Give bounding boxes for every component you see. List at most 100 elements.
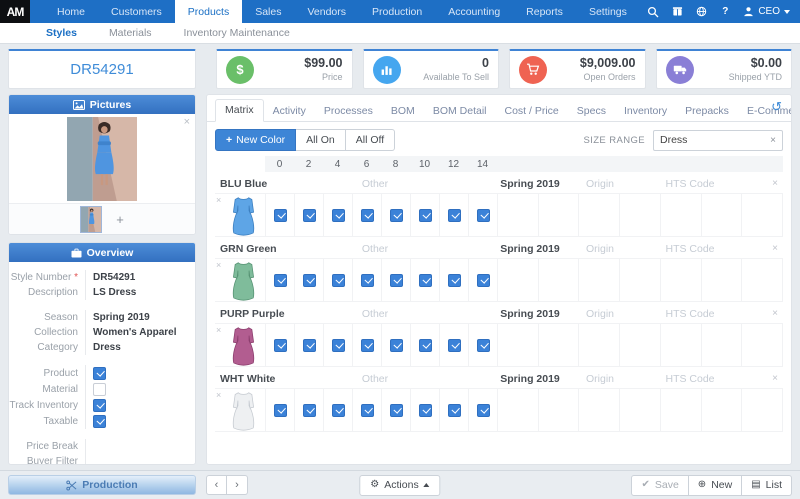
size-6-checkbox[interactable] xyxy=(360,403,374,417)
size-8-checkbox[interactable] xyxy=(389,273,403,287)
tab-activity[interactable]: Activity xyxy=(264,101,315,122)
overview-panel-header[interactable]: Overview xyxy=(9,243,195,262)
clear-size-range-icon[interactable]: × xyxy=(770,135,776,146)
hts-code-placeholder[interactable]: HTS Code xyxy=(645,178,735,190)
nav-item-accounting[interactable]: Accounting xyxy=(435,0,513,23)
hts-code-placeholder[interactable]: HTS Code xyxy=(645,373,735,385)
tab-inventory[interactable]: Inventory xyxy=(615,101,676,122)
other-placeholder[interactable]: Other xyxy=(330,373,420,385)
size-2-checkbox[interactable] xyxy=(302,338,316,352)
new-color-button[interactable]: + New Color xyxy=(215,129,297,151)
size-2-checkbox[interactable] xyxy=(302,273,316,287)
nav-item-settings[interactable]: Settings xyxy=(576,0,640,23)
remove-color-icon[interactable]: × xyxy=(772,373,778,384)
remove-row-icon[interactable]: × xyxy=(216,390,221,400)
nav-item-vendors[interactable]: Vendors xyxy=(294,0,359,23)
size-range-input[interactable] xyxy=(660,134,771,146)
product-checkbox[interactable] xyxy=(93,366,106,380)
photo-thumbnail[interactable] xyxy=(80,205,103,233)
production-panel-header[interactable]: Production xyxy=(8,475,196,495)
origin-placeholder[interactable]: Origin xyxy=(560,178,640,190)
size-10-checkbox[interactable] xyxy=(418,208,432,222)
tab-prepacks[interactable]: Prepacks xyxy=(676,101,738,122)
remove-color-icon[interactable]: × xyxy=(772,243,778,254)
remove-color-icon[interactable]: × xyxy=(772,308,778,319)
size-14-checkbox[interactable] xyxy=(476,273,490,287)
size-12-checkbox[interactable] xyxy=(447,338,461,352)
size-2-checkbox[interactable] xyxy=(302,403,316,417)
refresh-icon[interactable]: ↺ xyxy=(771,100,782,113)
all-off-button[interactable]: All Off xyxy=(345,129,396,151)
nav-item-reports[interactable]: Reports xyxy=(513,0,576,23)
remove-picture-icon[interactable]: × xyxy=(184,116,190,128)
next-page-button[interactable]: › xyxy=(227,475,248,495)
other-placeholder[interactable]: Other xyxy=(330,308,420,320)
actions-button[interactable]: ⚙ Actions xyxy=(359,474,441,496)
other-placeholder[interactable]: Other xyxy=(330,243,420,255)
nav-item-sales[interactable]: Sales xyxy=(242,0,294,23)
other-placeholder[interactable]: Other xyxy=(330,178,420,190)
size-6-checkbox[interactable] xyxy=(360,273,374,287)
size-0-checkbox[interactable] xyxy=(273,208,287,222)
track-inventory-checkbox[interactable] xyxy=(93,398,106,412)
gift-box-icon[interactable] xyxy=(671,6,683,18)
origin-placeholder[interactable]: Origin xyxy=(560,243,640,255)
size-4-checkbox[interactable] xyxy=(331,208,345,222)
size-10-checkbox[interactable] xyxy=(418,338,432,352)
add-picture-button[interactable]: + xyxy=(116,212,124,227)
hts-code-placeholder[interactable]: HTS Code xyxy=(645,243,735,255)
size-4-checkbox[interactable] xyxy=(331,338,345,352)
size-10-checkbox[interactable] xyxy=(418,403,432,417)
size-14-checkbox[interactable] xyxy=(476,403,490,417)
size-4-checkbox[interactable] xyxy=(331,273,345,287)
size-14-checkbox[interactable] xyxy=(476,338,490,352)
nav-item-production[interactable]: Production xyxy=(359,0,435,23)
size-10-checkbox[interactable] xyxy=(418,273,432,287)
remove-row-icon[interactable]: × xyxy=(216,195,221,205)
pictures-panel-header[interactable]: Pictures xyxy=(9,95,195,114)
size-8-checkbox[interactable] xyxy=(389,208,403,222)
new-button[interactable]: ⊕ New xyxy=(688,474,743,496)
taxable-checkbox[interactable] xyxy=(93,414,106,428)
style-number-field[interactable]: DR54291 xyxy=(8,49,196,89)
material-checkbox[interactable] xyxy=(93,382,106,396)
size-12-checkbox[interactable] xyxy=(447,273,461,287)
remove-row-icon[interactable]: × xyxy=(216,260,221,270)
size-12-checkbox[interactable] xyxy=(447,208,461,222)
tab-matrix[interactable]: Matrix xyxy=(215,99,264,122)
size-0-checkbox[interactable] xyxy=(273,403,287,417)
tab-e-commerce[interactable]: E-Commerce xyxy=(738,101,791,122)
list-button[interactable]: ▤ List xyxy=(742,474,792,496)
save-button[interactable]: ✔ Save xyxy=(631,474,689,496)
tab-processes[interactable]: Processes xyxy=(315,101,382,122)
size-14-checkbox[interactable] xyxy=(476,208,490,222)
origin-placeholder[interactable]: Origin xyxy=(560,308,640,320)
nav-item-products[interactable]: Products xyxy=(174,0,243,23)
all-on-button[interactable]: All On xyxy=(296,129,346,151)
size-2-checkbox[interactable] xyxy=(302,208,316,222)
nav-item-customers[interactable]: Customers xyxy=(98,0,175,23)
size-4-checkbox[interactable] xyxy=(331,403,345,417)
size-12-checkbox[interactable] xyxy=(447,403,461,417)
help-icon[interactable]: ? xyxy=(719,6,731,18)
size-8-checkbox[interactable] xyxy=(389,403,403,417)
style-photo[interactable] xyxy=(67,116,137,201)
size-6-checkbox[interactable] xyxy=(360,208,374,222)
subnav-item-materials[interactable]: Materials xyxy=(93,27,168,39)
remove-row-icon[interactable]: × xyxy=(216,325,221,335)
nav-item-home[interactable]: Home xyxy=(44,0,98,23)
tab-cost-price[interactable]: Cost / Price xyxy=(496,101,568,122)
globe-icon[interactable] xyxy=(695,6,707,18)
prev-page-button[interactable]: ‹ xyxy=(206,475,227,495)
size-6-checkbox[interactable] xyxy=(360,338,374,352)
tab-bom-detail[interactable]: BOM Detail xyxy=(424,101,496,122)
size-0-checkbox[interactable] xyxy=(273,338,287,352)
tab-bom[interactable]: BOM xyxy=(382,101,424,122)
size-8-checkbox[interactable] xyxy=(389,338,403,352)
user-menu[interactable]: CEO xyxy=(743,6,790,17)
subnav-item-styles[interactable]: Styles xyxy=(30,27,93,39)
search-icon[interactable] xyxy=(647,6,659,18)
hts-code-placeholder[interactable]: HTS Code xyxy=(645,308,735,320)
origin-placeholder[interactable]: Origin xyxy=(560,373,640,385)
remove-color-icon[interactable]: × xyxy=(772,178,778,189)
